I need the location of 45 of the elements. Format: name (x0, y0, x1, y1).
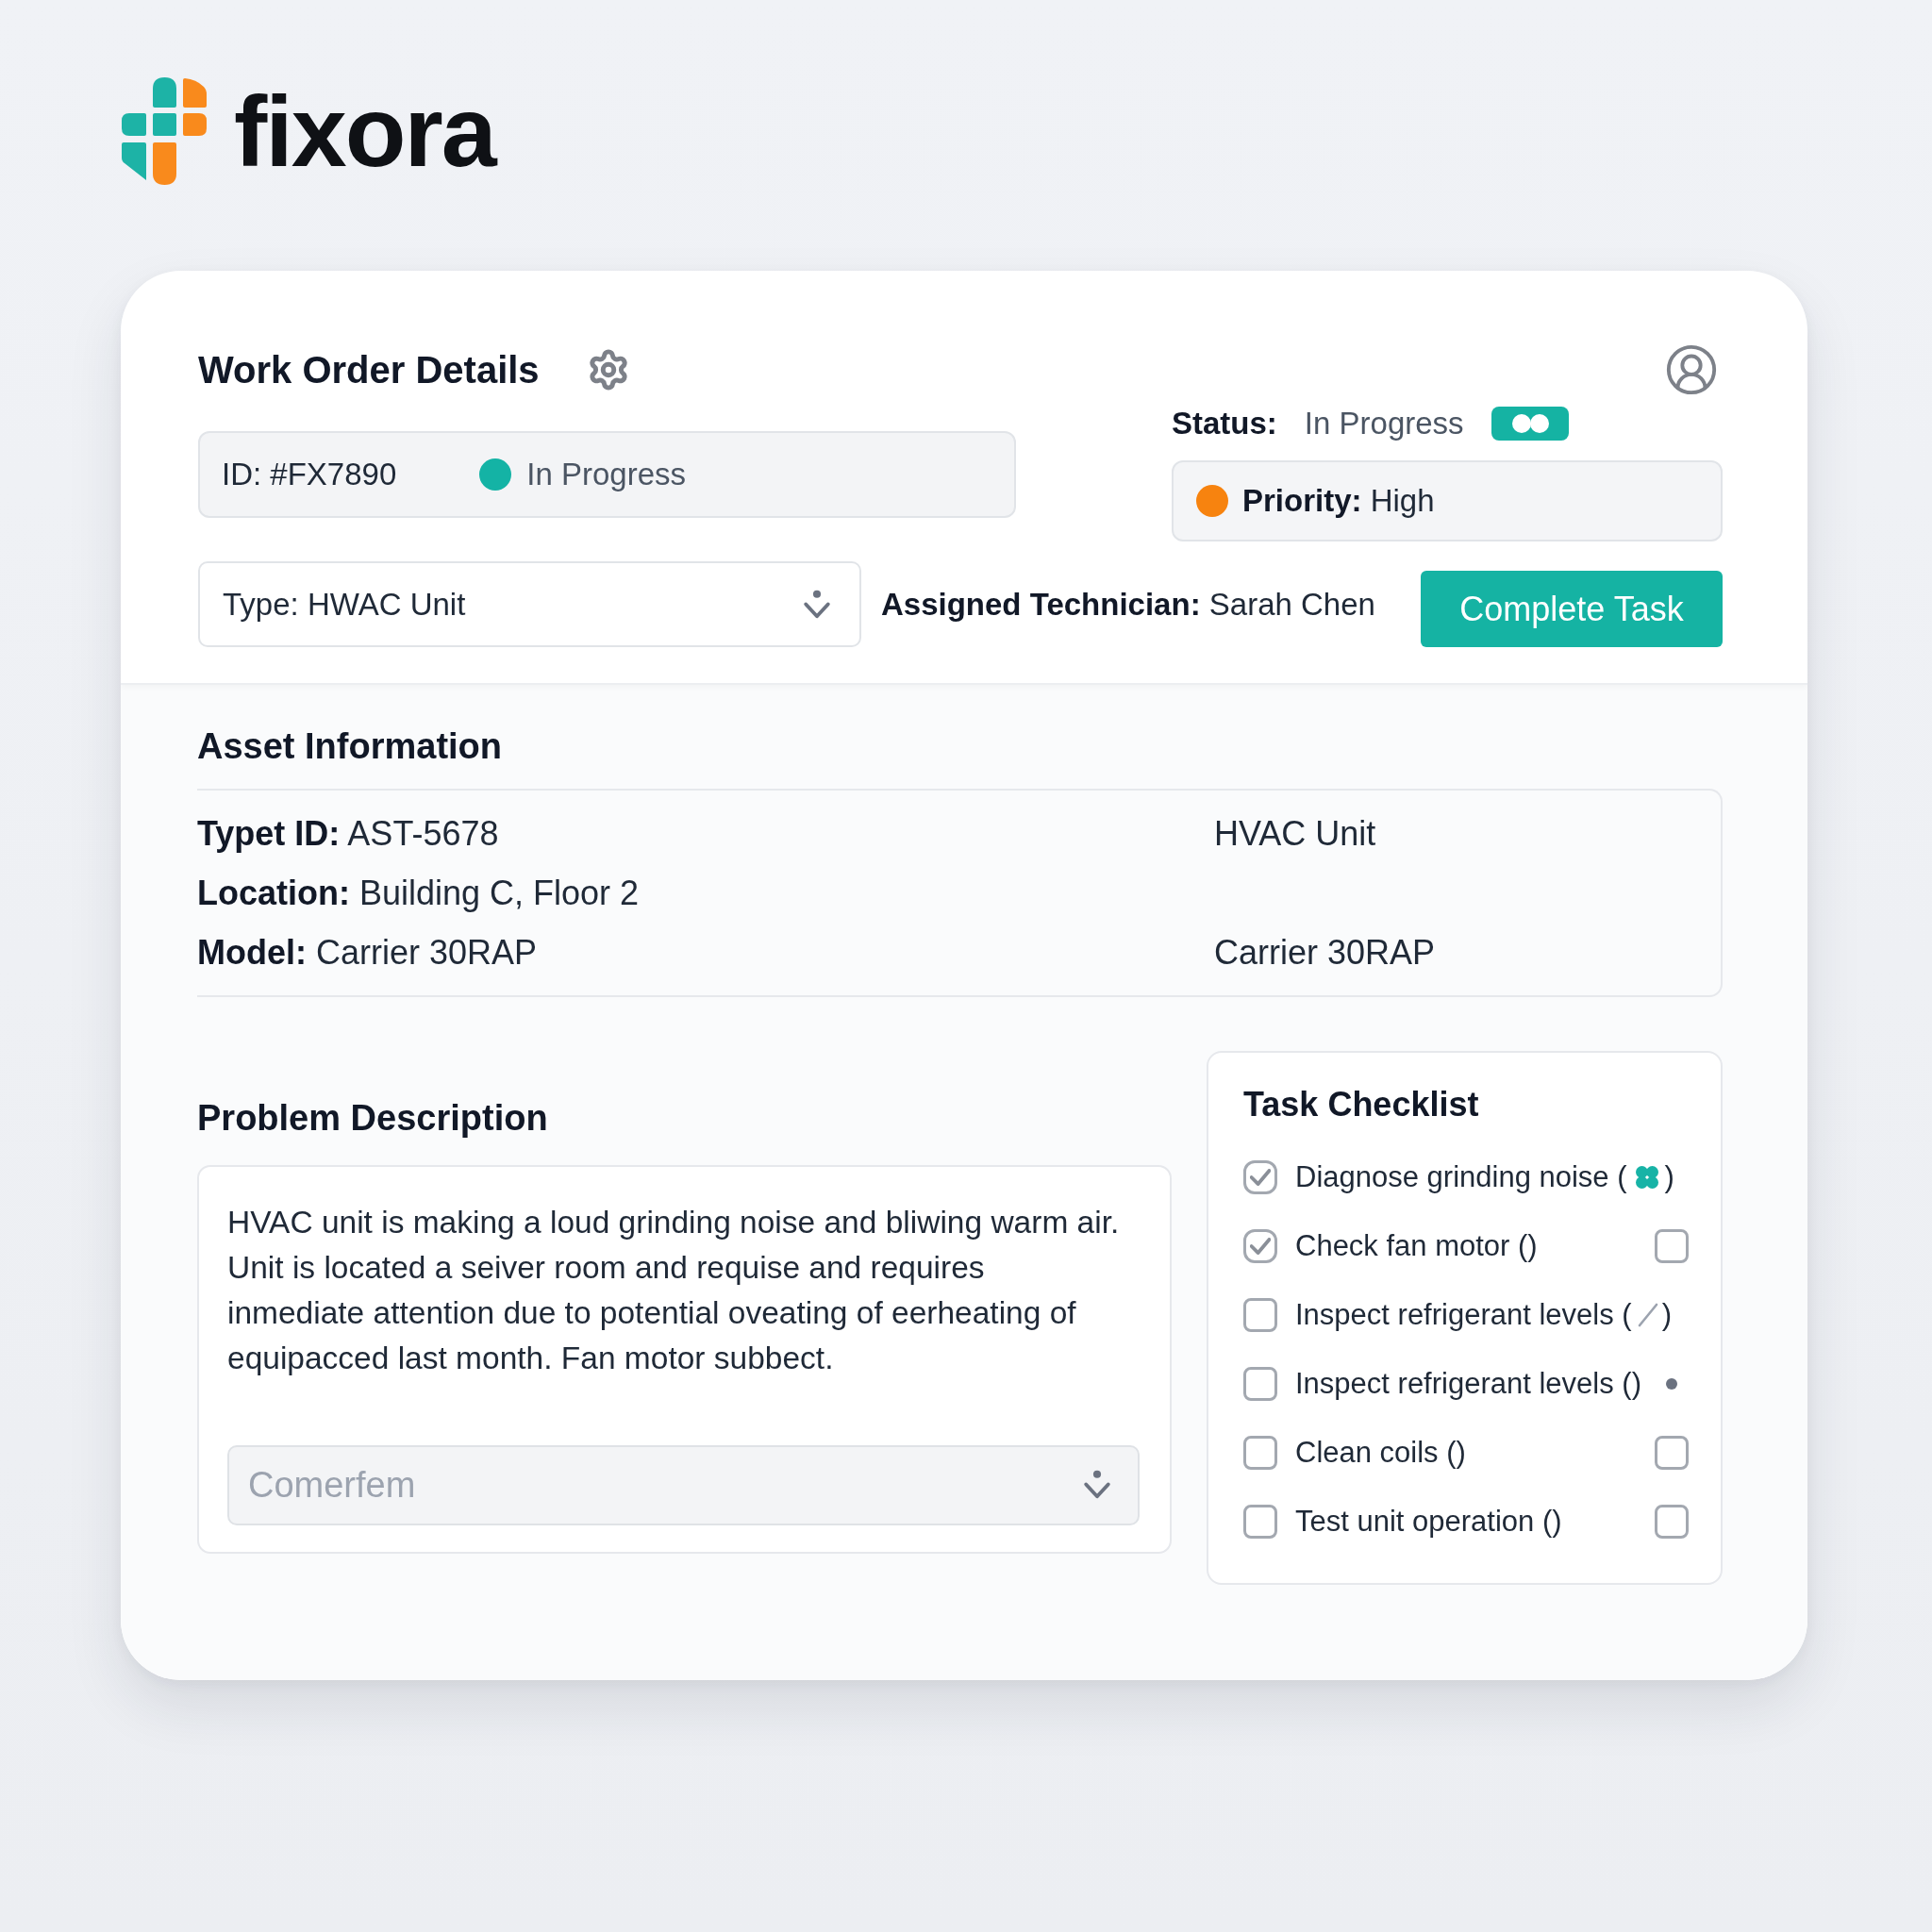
checkmark-icon (1250, 1168, 1271, 1186)
checklist-item-label: Clean coils () (1295, 1435, 1466, 1470)
section-title: Asset Information (197, 725, 503, 768)
checkbox[interactable] (1243, 1159, 1277, 1194)
priority-text: Priority: High (1242, 483, 1435, 519)
asset-field: Model: Carrier 30RAP (197, 931, 538, 974)
checkbox[interactable] (1243, 1435, 1277, 1470)
parenthesis-text: ) (1661, 1297, 1672, 1332)
status-value: In Progress (1304, 406, 1464, 441)
logo-icon (121, 76, 208, 186)
asset-field: Location: Building C, Floor 2 (197, 872, 640, 915)
asset-field: Typet ID: AST-5678 (197, 812, 499, 856)
chevron-down-icon (803, 589, 831, 620)
work-order-id: ID: #FX7890 (222, 457, 397, 492)
status-label: Status: (1172, 406, 1277, 441)
checklist-item-label: Check fan motor () (1295, 1228, 1538, 1263)
checklist-item-label: Inspect refrigerant levels ( (1295, 1297, 1632, 1332)
comment-field[interactable]: Comerfem (227, 1445, 1140, 1525)
parenthesis-text: ) (1664, 1159, 1674, 1194)
slash-icon (1637, 1302, 1658, 1327)
checkmark-icon (1250, 1237, 1271, 1255)
checklist-item-label: Test unit operation () (1295, 1504, 1562, 1539)
checklist-item-label: Diagnose grinding noise ( (1295, 1159, 1627, 1194)
asset-value: HVAC Unit (1214, 813, 1376, 855)
checkbox[interactable] (1243, 1228, 1277, 1263)
assigned-technician: Assigned Technician: Sarah Chen (881, 586, 1375, 623)
status-text: In Progress (526, 457, 687, 492)
two-dots-pill-icon (1491, 407, 1569, 441)
user-profile-icon[interactable] (1664, 342, 1719, 397)
brand-name: fixora (234, 81, 495, 181)
section-title: Problem Description (197, 1097, 548, 1140)
checklist-item-label: Inspect refrigerant levels () (1295, 1366, 1641, 1401)
checkbox[interactable] (1243, 1366, 1277, 1401)
dot-icon (1665, 1377, 1677, 1390)
checkbox[interactable] (1243, 1297, 1277, 1332)
problem-description: HVAC unit is making a loud grinding noise and bliwing warm air. Unit is located a seiver room and requise and requires inmediate attention due to potential oveating of eerheating of equipacced last month. Fan motor subbect. (227, 1204, 1120, 1377)
page-title: Work Order Details (198, 348, 540, 391)
checkbox[interactable] (1654, 1435, 1689, 1470)
checkbox[interactable] (1654, 1228, 1689, 1263)
chevron-down-icon (1083, 1470, 1111, 1500)
type-dropdown[interactable]: Type: HWAC Unit (198, 561, 861, 647)
asset-value: Carrier 30RAP (1214, 932, 1436, 974)
checklist-title: Task Checklist (1243, 1085, 1479, 1124)
checkbox[interactable] (1654, 1504, 1689, 1539)
checkbox[interactable] (1243, 1504, 1277, 1539)
